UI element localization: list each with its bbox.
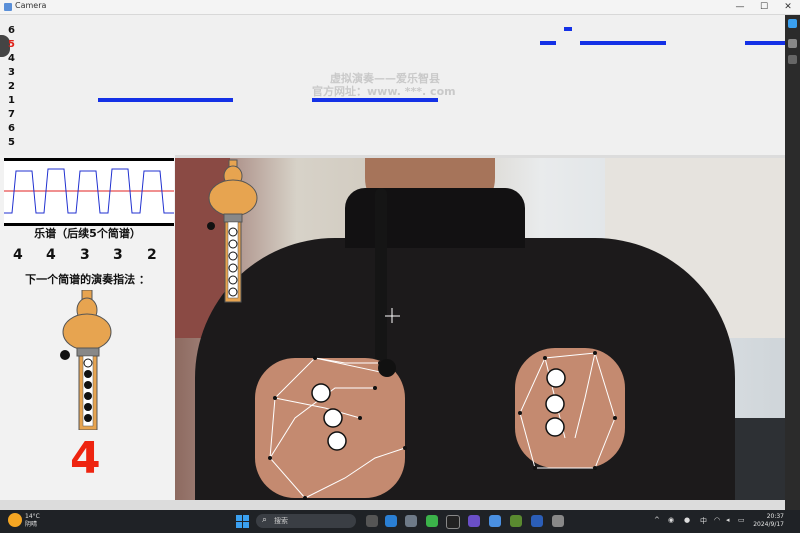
settings-icon[interactable]	[405, 515, 417, 527]
camera-app-icon	[4, 3, 12, 11]
qq-icon[interactable]	[446, 515, 460, 529]
mic-icon[interactable]: ●	[684, 516, 690, 524]
ime-indicator[interactable]: 中	[700, 516, 707, 526]
score-title: 乐谱（后续5个简谱）	[34, 227, 141, 240]
edge-icon[interactable]	[385, 515, 397, 527]
app-icon[interactable]	[489, 515, 501, 527]
weather-desc: 阴晴	[25, 521, 38, 528]
watermark-line: 官方网址：www. ***. com	[312, 85, 456, 98]
hand-tracking-overlay	[207, 159, 617, 500]
note-bar	[540, 41, 556, 45]
close-button[interactable]: ✕	[776, 0, 800, 14]
piano-roll: 6 5 4 3 2 1 7 6 5 虚拟演奏——爱乐智县 官方网址：www. *…	[0, 15, 785, 155]
breath-waveform	[4, 158, 174, 226]
note-bar	[564, 27, 572, 31]
score-note: 4	[46, 247, 56, 263]
window-title: Camera	[15, 1, 47, 10]
clock-time: 20:37	[766, 513, 784, 520]
note-bar	[312, 98, 438, 102]
watermark: 虚拟演奏——爱乐智县 官方网址：www. ***. com	[312, 72, 456, 98]
search-placeholder: 搜索	[274, 517, 288, 525]
pitch-label: 5	[8, 137, 15, 148]
app-icon[interactable]	[788, 39, 797, 48]
side-strip	[785, 15, 800, 510]
weather-temp: 14°C	[25, 513, 40, 520]
score-note: 3	[80, 247, 90, 263]
task-view-icon[interactable]	[366, 515, 378, 527]
minimize-button[interactable]: —	[728, 0, 752, 14]
clock-date: 2024/9/17	[753, 521, 784, 528]
search-icon: ⌕	[262, 515, 268, 525]
watermark-line: 虚拟演奏——爱乐智县	[330, 72, 440, 85]
window-titlebar: Camera — ☐ ✕	[0, 0, 800, 15]
score-note: 2	[147, 247, 157, 263]
copilot-icon[interactable]: ◉	[668, 516, 674, 524]
score-panel: 乐谱（后续5个简谱） 4 4 3 3 2 下一个简谱的演奏指法 ： 4	[0, 155, 175, 500]
camera-feed	[175, 158, 785, 500]
system-clock[interactable]: 20:37 2024/9/17	[748, 513, 784, 529]
pitch-label: 3	[8, 67, 15, 78]
pitch-label: 6	[8, 25, 15, 36]
taskbar-search[interactable]: ⌕ 搜索	[256, 514, 356, 528]
hulusi-fingering-icon	[60, 290, 112, 430]
score-note: 4	[13, 247, 23, 263]
pitch-label: 4	[8, 53, 15, 64]
camera-app-icon[interactable]	[552, 515, 564, 527]
visual-studio-icon[interactable]	[468, 515, 480, 527]
note-bar	[745, 41, 785, 45]
note-bar	[580, 41, 666, 45]
pitch-label: 6	[8, 123, 15, 134]
wechat-icon[interactable]	[426, 515, 438, 527]
weather-icon[interactable]	[8, 513, 22, 527]
pitch-label-active: 5	[8, 39, 15, 50]
note-bar	[98, 98, 233, 102]
weather-widget[interactable]: 14°C 阴晴	[25, 513, 40, 529]
wifi-icon[interactable]: ◠	[714, 516, 720, 524]
volume-icon[interactable]: ◂	[726, 516, 730, 524]
score-note: 3	[113, 247, 123, 263]
battery-icon[interactable]: ▭	[738, 516, 745, 524]
app-icon[interactable]	[788, 19, 797, 28]
next-note: 4	[70, 433, 101, 484]
tray-overflow-icon[interactable]: ^	[654, 516, 660, 524]
pitch-label: 2	[8, 81, 15, 92]
maximize-button[interactable]: ☐	[752, 0, 776, 14]
word-icon[interactable]	[531, 515, 543, 527]
terminal-icon[interactable]	[510, 515, 522, 527]
pitch-label: 1	[8, 95, 15, 106]
pitch-label: 7	[8, 109, 15, 120]
fingering-title: 下一个简谱的演奏指法 ：	[25, 273, 150, 286]
taskbar: 14°C 阴晴 ⌕ 搜索 ^ ◉ ● 中 ◠ ◂ ▭ 20:37 2024/9/…	[0, 510, 800, 533]
app-icon[interactable]	[788, 55, 797, 64]
start-button[interactable]	[236, 515, 249, 528]
